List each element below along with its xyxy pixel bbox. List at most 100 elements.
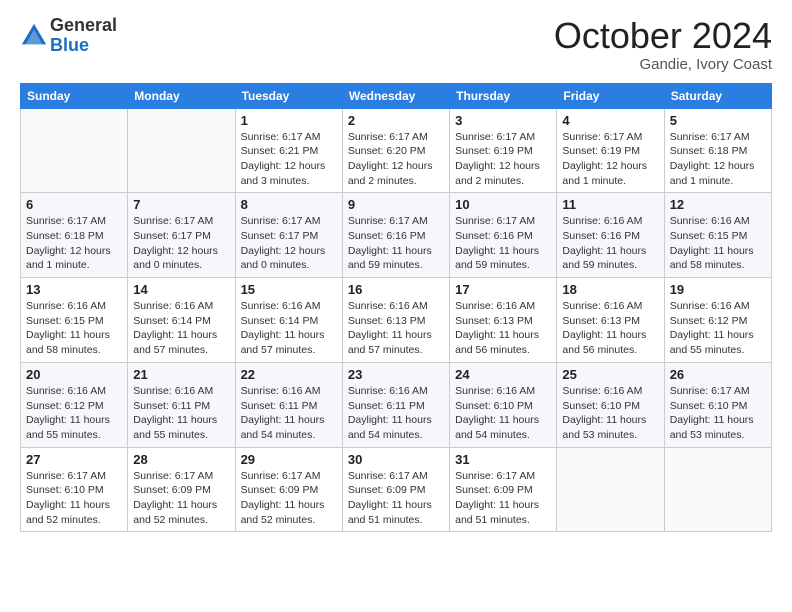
- weekday-header-saturday: Saturday: [664, 83, 771, 108]
- calendar-cell: 25Sunrise: 6:16 AM Sunset: 6:10 PM Dayli…: [557, 362, 664, 447]
- day-info: Sunrise: 6:16 AM Sunset: 6:12 PM Dayligh…: [670, 299, 766, 358]
- day-info: Sunrise: 6:17 AM Sunset: 6:09 PM Dayligh…: [348, 469, 444, 528]
- day-info: Sunrise: 6:16 AM Sunset: 6:15 PM Dayligh…: [670, 214, 766, 273]
- calendar-cell: 4 Sunrise: 6:17 AM Sunset: 6:19 PM Daylig…: [557, 108, 664, 193]
- day-info: Sunrise: 6:16 AM Sunset: 6:13 PM Dayligh…: [455, 299, 551, 358]
- day-number: 23: [348, 367, 444, 382]
- calendar-cell: 10 Sunrise: 6:17 AM Sunset: 6:16 PM Dayli…: [450, 193, 557, 278]
- calendar-cell: 3 Sunrise: 6:17 AM Sunset: 6:19 PM Daylig…: [450, 108, 557, 193]
- calendar-cell: 26 Sunrise: 6:17 AM Sunset: 6:10 PM Dayli…: [664, 362, 771, 447]
- day-info: Sunrise: 6:17 AM Sunset: 6:10 PM Dayligh…: [26, 469, 122, 528]
- day-info: Sunrise: 6:16 AM Sunset: 6:12 PM Dayligh…: [26, 384, 122, 443]
- day-number: 10: [455, 197, 551, 212]
- day-info: Sunrise: 6:16 AM Sunset: 6:13 PM Dayligh…: [348, 299, 444, 358]
- calendar-cell: 7Sunrise: 6:17 AM Sunset: 6:17 PM Daylig…: [128, 193, 235, 278]
- logo-text: General Blue: [50, 16, 117, 56]
- day-info: Sunrise: 6:16 AM Sunset: 6:11 PM Dayligh…: [133, 384, 229, 443]
- weekday-header-row: SundayMondayTuesdayWednesdayThursdayFrid…: [21, 83, 772, 108]
- calendar-cell: 24 Sunrise: 6:16 AM Sunset: 6:10 PM Dayli…: [450, 362, 557, 447]
- day-number: 29: [241, 452, 337, 467]
- day-info: Sunrise: 6:17 AM Sunset: 6:18 PM Dayligh…: [26, 214, 122, 273]
- day-info: Sunrise: 6:17 AM Sunset: 6:16 PM Dayligh…: [348, 214, 444, 273]
- logo-icon: [20, 22, 48, 50]
- day-info: Sunrise: 6:16 AM Sunset: 6:14 PM Dayligh…: [133, 299, 229, 358]
- day-number: 7: [133, 197, 229, 212]
- calendar-cell: 19 Sunrise: 6:16 AM Sunset: 6:12 PM Dayli…: [664, 278, 771, 363]
- calendar-cell: 14Sunrise: 6:16 AM Sunset: 6:14 PM Dayli…: [128, 278, 235, 363]
- calendar-cell: 27 Sunrise: 6:17 AM Sunset: 6:10 PM Dayli…: [21, 447, 128, 532]
- week-row-1: 1Sunrise: 6:17 AM Sunset: 6:21 PM Daylig…: [21, 108, 772, 193]
- day-number: 13: [26, 282, 122, 297]
- day-number: 25: [562, 367, 658, 382]
- calendar-cell: 28Sunrise: 6:17 AM Sunset: 6:09 PM Dayli…: [128, 447, 235, 532]
- calendar-cell: 11Sunrise: 6:16 AM Sunset: 6:16 PM Dayli…: [557, 193, 664, 278]
- day-info: Sunrise: 6:17 AM Sunset: 6:19 PM Dayligh…: [455, 130, 551, 189]
- day-info: Sunrise: 6:17 AM Sunset: 6:20 PM Dayligh…: [348, 130, 444, 189]
- day-number: 24: [455, 367, 551, 382]
- day-number: 27: [26, 452, 122, 467]
- week-row-4: 20 Sunrise: 6:16 AM Sunset: 6:12 PM Dayli…: [21, 362, 772, 447]
- day-number: 6: [26, 197, 122, 212]
- calendar-cell: 20 Sunrise: 6:16 AM Sunset: 6:12 PM Dayli…: [21, 362, 128, 447]
- day-number: 21: [133, 367, 229, 382]
- week-row-3: 13 Sunrise: 6:16 AM Sunset: 6:15 PM Dayli…: [21, 278, 772, 363]
- day-number: 4: [562, 113, 658, 128]
- day-number: 26: [670, 367, 766, 382]
- location-title: Gandie, Ivory Coast: [554, 56, 772, 73]
- calendar-cell: 12 Sunrise: 6:16 AM Sunset: 6:15 PM Dayli…: [664, 193, 771, 278]
- calendar-cell: 29 Sunrise: 6:17 AM Sunset: 6:09 PM Dayli…: [235, 447, 342, 532]
- calendar-cell: 15Sunrise: 6:16 AM Sunset: 6:14 PM Dayli…: [235, 278, 342, 363]
- logo-general: General: [50, 16, 117, 36]
- day-info: Sunrise: 6:17 AM Sunset: 6:18 PM Dayligh…: [670, 130, 766, 189]
- day-number: 8: [241, 197, 337, 212]
- calendar-cell: [557, 447, 664, 532]
- day-info: Sunrise: 6:17 AM Sunset: 6:19 PM Dayligh…: [562, 130, 658, 189]
- day-number: 12: [670, 197, 766, 212]
- day-number: 1: [241, 113, 337, 128]
- logo-blue: Blue: [50, 36, 117, 56]
- calendar-cell: 17 Sunrise: 6:16 AM Sunset: 6:13 PM Dayli…: [450, 278, 557, 363]
- weekday-header-tuesday: Tuesday: [235, 83, 342, 108]
- weekday-header-thursday: Thursday: [450, 83, 557, 108]
- day-number: 5: [670, 113, 766, 128]
- day-info: Sunrise: 6:17 AM Sunset: 6:09 PM Dayligh…: [241, 469, 337, 528]
- day-info: Sunrise: 6:16 AM Sunset: 6:15 PM Dayligh…: [26, 299, 122, 358]
- calendar-cell: 31Sunrise: 6:17 AM Sunset: 6:09 PM Dayli…: [450, 447, 557, 532]
- calendar-cell: 2 Sunrise: 6:17 AM Sunset: 6:20 PM Daylig…: [342, 108, 449, 193]
- calendar-cell: 21 Sunrise: 6:16 AM Sunset: 6:11 PM Dayli…: [128, 362, 235, 447]
- calendar-cell: 6 Sunrise: 6:17 AM Sunset: 6:18 PM Daylig…: [21, 193, 128, 278]
- day-info: Sunrise: 6:16 AM Sunset: 6:13 PM Dayligh…: [562, 299, 658, 358]
- day-info: Sunrise: 6:17 AM Sunset: 6:17 PM Dayligh…: [241, 214, 337, 273]
- day-number: 2: [348, 113, 444, 128]
- day-info: Sunrise: 6:16 AM Sunset: 6:10 PM Dayligh…: [455, 384, 551, 443]
- day-number: 19: [670, 282, 766, 297]
- day-number: 28: [133, 452, 229, 467]
- calendar-cell: 23 Sunrise: 6:16 AM Sunset: 6:11 PM Dayli…: [342, 362, 449, 447]
- day-number: 20: [26, 367, 122, 382]
- calendar-cell: 13 Sunrise: 6:16 AM Sunset: 6:15 PM Dayli…: [21, 278, 128, 363]
- week-row-5: 27 Sunrise: 6:17 AM Sunset: 6:10 PM Dayli…: [21, 447, 772, 532]
- calendar-cell: 8 Sunrise: 6:17 AM Sunset: 6:17 PM Daylig…: [235, 193, 342, 278]
- calendar-cell: 22Sunrise: 6:16 AM Sunset: 6:11 PM Dayli…: [235, 362, 342, 447]
- week-row-2: 6 Sunrise: 6:17 AM Sunset: 6:18 PM Daylig…: [21, 193, 772, 278]
- calendar-cell: 18 Sunrise: 6:16 AM Sunset: 6:13 PM Dayli…: [557, 278, 664, 363]
- day-number: 18: [562, 282, 658, 297]
- day-info: Sunrise: 6:16 AM Sunset: 6:11 PM Dayligh…: [348, 384, 444, 443]
- day-info: Sunrise: 6:17 AM Sunset: 6:16 PM Dayligh…: [455, 214, 551, 273]
- day-number: 11: [562, 197, 658, 212]
- weekday-header-monday: Monday: [128, 83, 235, 108]
- calendar-table: SundayMondayTuesdayWednesdayThursdayFrid…: [20, 83, 772, 533]
- header: General Blue October 2024 Gandie, Ivory …: [20, 16, 772, 73]
- day-number: 30: [348, 452, 444, 467]
- calendar-cell: 1Sunrise: 6:17 AM Sunset: 6:21 PM Daylig…: [235, 108, 342, 193]
- title-block: October 2024 Gandie, Ivory Coast: [554, 16, 772, 73]
- day-number: 17: [455, 282, 551, 297]
- day-number: 22: [241, 367, 337, 382]
- calendar-cell: [664, 447, 771, 532]
- day-info: Sunrise: 6:16 AM Sunset: 6:14 PM Dayligh…: [241, 299, 337, 358]
- day-number: 9: [348, 197, 444, 212]
- weekday-header-sunday: Sunday: [21, 83, 128, 108]
- day-info: Sunrise: 6:17 AM Sunset: 6:10 PM Dayligh…: [670, 384, 766, 443]
- calendar-cell: [128, 108, 235, 193]
- day-number: 3: [455, 113, 551, 128]
